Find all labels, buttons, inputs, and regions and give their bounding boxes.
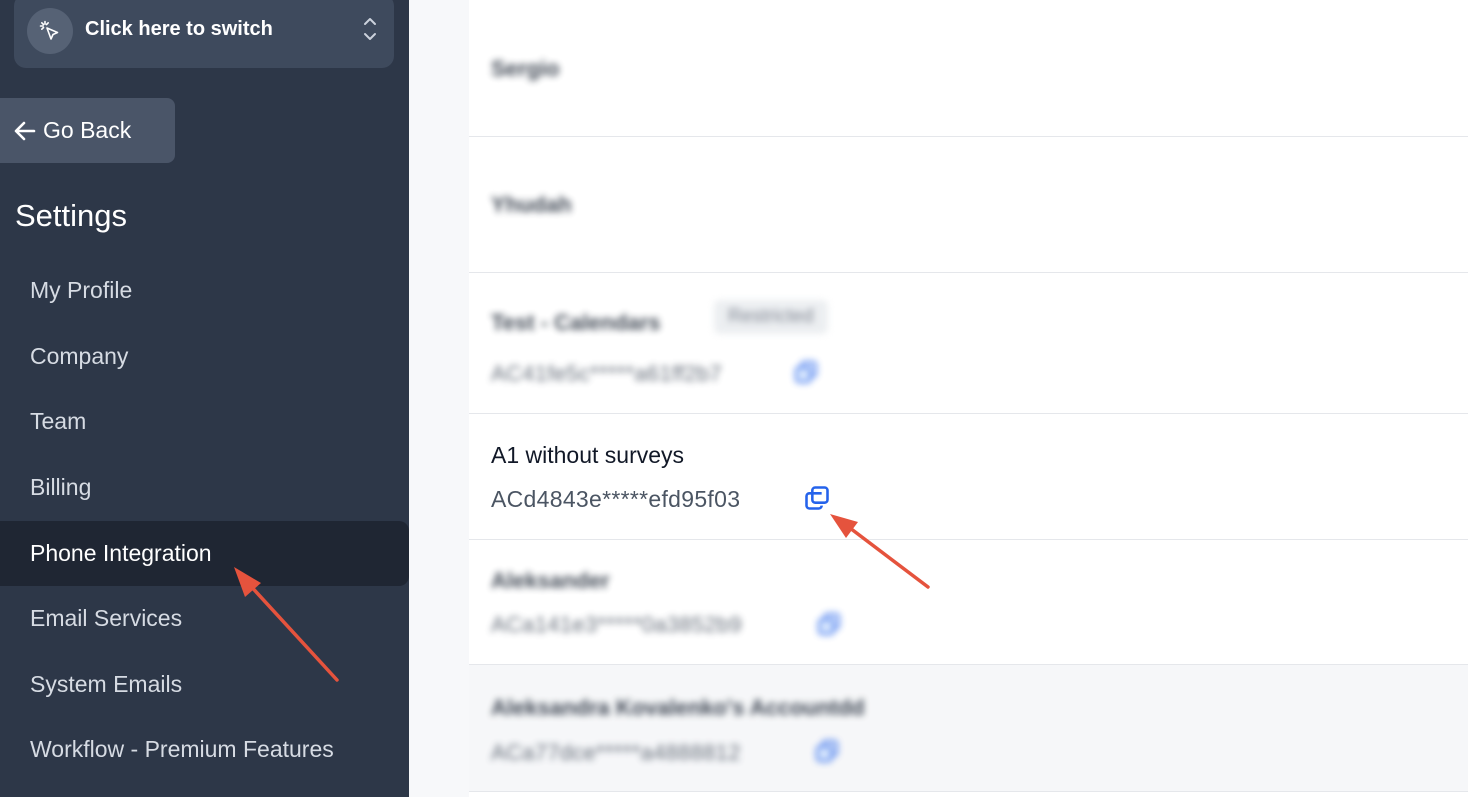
sidebar-item-team[interactable]: Team [0, 389, 409, 454]
sidebar-item-billing[interactable]: Billing [0, 455, 409, 520]
copy-icon[interactable] [802, 483, 832, 513]
settings-sidebar: Click here to switch Go Back Settings My… [0, 0, 409, 797]
settings-heading: Settings [15, 198, 128, 233]
sidebar-item-workflow-premium[interactable]: Workflow - Premium Features [0, 717, 409, 782]
sidebar-item-label: Company [30, 343, 129, 369]
sidebar-item-phone-integration[interactable]: Phone Integration [0, 521, 409, 586]
account-name: Aleksander [491, 568, 610, 593]
account-row[interactable]: Yhudah [469, 137, 1468, 273]
switcher-label: Click here to switch [85, 18, 273, 40]
restricted-badge: Restricted [714, 300, 828, 334]
sidebar-item-label: Email Services [30, 605, 183, 631]
account-sid: ACa77dce*****a4888812 [491, 740, 741, 765]
sidebar-item-label: My Profile [30, 277, 133, 303]
account-row[interactable]: Aleksander ACa141e3*****0a3852b9 [469, 540, 1468, 665]
pointer-click-icon [27, 8, 73, 54]
sidebar-item-label: Phone Integration [30, 540, 212, 566]
go-back-label: Go Back [43, 117, 132, 143]
content-gutter [409, 0, 469, 797]
account-sid: ACd4843e*****efd95f03 [491, 486, 741, 512]
sidebar-item-label: Team [30, 408, 87, 434]
copy-icon[interactable] [814, 609, 844, 639]
sidebar-item-system-emails[interactable]: System Emails [0, 652, 409, 717]
sidebar-item-company[interactable]: Company [0, 324, 409, 389]
account-row[interactable]: Test - Calendars Restricted AC41fe5c****… [469, 273, 1468, 414]
chevron-up-down-icon [360, 12, 380, 46]
account-name: Aleksandra Kovalenko's Accountdd [491, 695, 865, 720]
account-sid: ACa141e3*****0a3852b9 [491, 612, 742, 637]
sidebar-item-my-profile[interactable]: My Profile [0, 258, 409, 323]
account-name: Yhudah [491, 192, 572, 217]
sidebar-item-label: Workflow - Premium Features [30, 736, 334, 762]
arrow-left-icon [13, 120, 37, 142]
account-row[interactable]: Sergio [469, 0, 1468, 137]
go-back-button[interactable]: Go Back [0, 98, 175, 163]
sidebar-item-email-services[interactable]: Email Services [0, 586, 409, 651]
copy-icon[interactable] [812, 736, 842, 766]
sidebar-item-label: Billing [30, 474, 92, 500]
account-name: Sergio [491, 56, 560, 81]
account-switcher[interactable]: Click here to switch [14, 0, 394, 68]
account-name: Test - Calendars [491, 310, 661, 335]
sidebar-item-label: System Emails [30, 671, 183, 697]
phone-accounts-list: Sergio Yhudah Test - Calendars Restricte… [469, 0, 1468, 797]
account-sid: AC41fe5c*****a61ff2b7 [491, 361, 722, 386]
account-row[interactable]: A1 without surveys ACd4843e*****efd95f03 [469, 414, 1468, 540]
account-row[interactable]: Aleksandra Kovalenko's Accountdd ACa77dc… [469, 665, 1468, 792]
copy-icon[interactable] [791, 357, 821, 387]
account-name: A1 without surveys [491, 442, 685, 468]
